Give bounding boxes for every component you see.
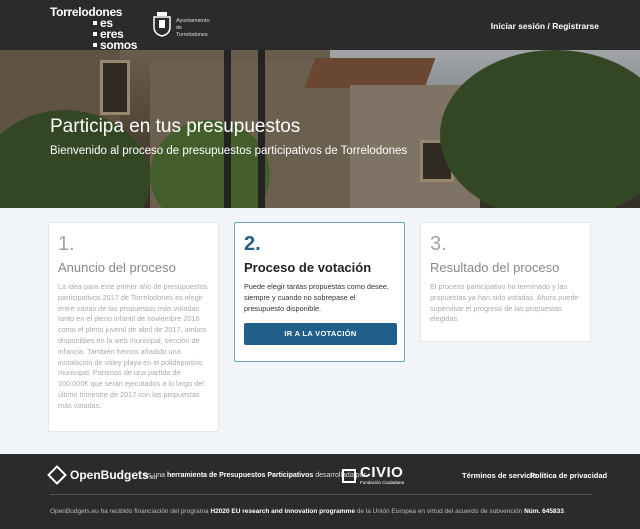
- civio-subtitle: Fundación Ciudadana: [360, 480, 405, 485]
- funding-end: .: [563, 508, 566, 515]
- ayto-line-3: Torrelodones: [176, 32, 208, 38]
- openbudgets-logo[interactable]: OpenBudgets.eu: [47, 465, 157, 485]
- civio-logo[interactable]: CIVIO Fundación Ciudadana: [342, 464, 405, 486]
- ayuntamiento-crest-icon[interactable]: [152, 11, 172, 37]
- brand-line-2: es: [50, 17, 137, 29]
- funding-pre: OpenBudgets.eu ha recibido financiación …: [50, 508, 211, 515]
- step-description: El proceso participativo ha terminado y …: [430, 282, 579, 324]
- civio-wordmark: CIVIO Fundación Ciudadana: [360, 464, 405, 486]
- ayto-line-2: de: [176, 25, 183, 31]
- civio-name: CIVIO: [360, 464, 404, 481]
- hero-title: Participa en tus presupuestos: [50, 116, 301, 137]
- openbudgets-diamond-icon: [47, 465, 67, 485]
- funding-mid: de la Unión Europea en virtud del acuerd…: [354, 508, 525, 515]
- go-to-vote-button[interactable]: IR A LA VOTACIÓN: [244, 323, 397, 346]
- funding-programme: H2020 EU research and innovation program…: [210, 508, 355, 515]
- privacy-policy-link[interactable]: Política de privacidad: [530, 471, 607, 480]
- step-number: 3.: [430, 233, 447, 255]
- process-steps: 1. Anuncio del proceso La idea para este…: [0, 208, 640, 454]
- torrelodones-logo[interactable]: Torrelodones es eres somos: [50, 6, 137, 51]
- step-title: Resultado del proceso: [430, 260, 560, 275]
- page-footer: OpenBudgets.eu es una herramienta de Pre…: [0, 454, 640, 529]
- tagline-bold: herramienta de Presupuestos Participativ…: [166, 472, 314, 479]
- step-title: Anuncio del proceso: [58, 260, 176, 275]
- hero-subtitle: Bienvenido al proceso de presupuestos pa…: [50, 145, 408, 157]
- step-number: 2.: [244, 233, 261, 255]
- step-description: Puede elegir tantas propuestas como dese…: [244, 282, 389, 313]
- tagline-pre: es una: [144, 472, 167, 479]
- footer-divider: [50, 494, 591, 495]
- funding-grant-number: Núm. 645833: [524, 508, 564, 515]
- step-card-voting: 2. Proceso de votación Puede elegir tant…: [234, 222, 405, 362]
- top-navbar: Torrelodones es eres somos Ayuntamiento …: [0, 0, 640, 51]
- openbudgets-name: OpenBudgets: [70, 468, 149, 482]
- step-card-results: 3. Resultado del proceso El proceso part…: [420, 222, 591, 342]
- civio-square-icon: [342, 469, 356, 483]
- step-description: La idea para este primer año de presupue…: [58, 282, 208, 410]
- funding-notice: OpenBudgets.eu ha recibido financiación …: [50, 508, 566, 515]
- ayto-line-1: Ayuntamiento: [176, 18, 210, 24]
- step-card-announcement: 1. Anuncio del proceso La idea para este…: [48, 222, 219, 432]
- ayuntamiento-label: Ayuntamiento de Torrelodones: [176, 18, 216, 39]
- terms-of-service-link[interactable]: Términos de servicio: [462, 471, 537, 480]
- hero-banner: Participa en tus presupuestos Bienvenido…: [0, 50, 640, 208]
- login-register-link[interactable]: Iniciar sesión / Registrarse: [491, 21, 599, 31]
- step-title: Proceso de votación: [244, 260, 372, 275]
- step-number: 1.: [58, 233, 75, 255]
- footer-tagline: es una herramienta de Presupuestos Parti…: [144, 472, 366, 479]
